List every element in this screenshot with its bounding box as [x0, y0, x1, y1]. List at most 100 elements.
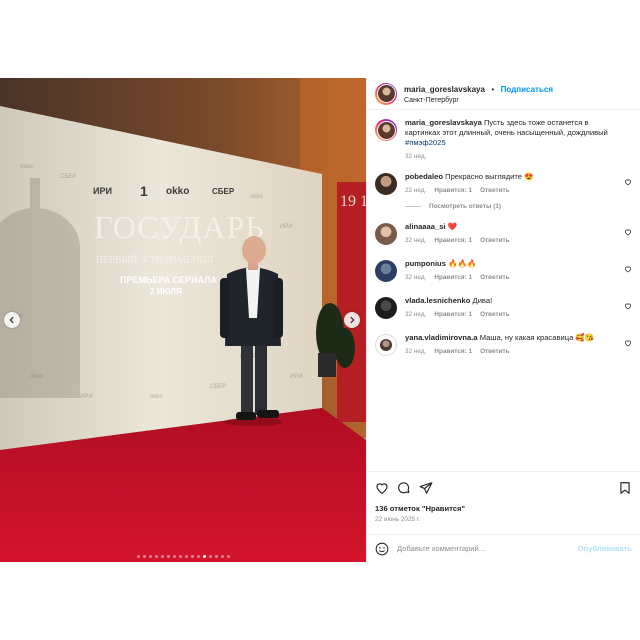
carousel-dot: [178, 555, 182, 558]
commenter-avatar[interactable]: [375, 260, 397, 282]
comment-text: Дива!: [472, 296, 493, 305]
premiere-label: ПРЕМЬЕРА СЕРИАЛА: [120, 275, 218, 285]
post-location[interactable]: Санкт-Петербург: [404, 95, 553, 106]
comment-time[interactable]: 32 нед.: [405, 348, 426, 355]
likes-count[interactable]: 136 отметок "Нравится": [375, 504, 632, 513]
carousel-dot: [154, 555, 158, 558]
comment-username[interactable]: vlada.lesnichenko: [405, 296, 470, 305]
comment-like-heart-icon[interactable]: [624, 339, 632, 347]
carousel-dot: [172, 555, 176, 558]
premiere-date: 2 ИЮЛЯ: [150, 287, 182, 296]
chevron-left-icon: [9, 316, 14, 324]
post-details-panel: maria_goreslavskaya • Подписаться Санкт-…: [366, 78, 640, 562]
comment-text: Маша, ну какая красавица 🥰😘: [479, 333, 595, 342]
commenter-avatar[interactable]: [375, 173, 397, 195]
view-replies-label: Посмотреть ответы (1): [429, 203, 502, 210]
comment-like-heart-icon[interactable]: [624, 178, 632, 186]
carousel-next-button[interactable]: [344, 312, 360, 328]
bookmark-icon[interactable]: [618, 481, 632, 495]
comment-row: pumponius 🔥🔥🔥 32 нед. Нравится: 1 Ответи…: [375, 259, 632, 282]
reply-button[interactable]: Ответить: [480, 311, 510, 318]
carousel-dot: [166, 555, 170, 558]
brand-first-channel: 1: [140, 183, 148, 199]
year-sign: 19 13: [340, 193, 366, 210]
comment-icon[interactable]: [397, 481, 411, 495]
carousel-dot: [142, 555, 146, 558]
author-username[interactable]: maria_goreslavskaya: [404, 85, 485, 94]
svg-text:okko: okko: [30, 374, 43, 380]
comment-text: Прекрасно выглядите 😍: [445, 172, 534, 181]
film-subtitle: ПЕРВЫЙ, КТО ИЗМЕНИЛ: [96, 254, 214, 266]
post-actions: 136 отметок "Нравится" 22 июнь 2025 г.: [367, 471, 640, 523]
caption-time[interactable]: 32 нед.: [405, 153, 426, 160]
comment-like-heart-icon[interactable]: [624, 302, 632, 310]
comment-input[interactable]: [397, 544, 578, 553]
carousel-dot: [202, 555, 206, 558]
carousel-dots: [0, 555, 366, 558]
comments-list[interactable]: maria_goreslavskaya Пусть здесь тоже ост…: [367, 110, 640, 471]
comment-like-heart-icon[interactable]: [624, 228, 632, 236]
commenter-avatar[interactable]: [375, 334, 397, 356]
carousel-dot: [208, 555, 212, 558]
comment-time[interactable]: 32 нед.: [405, 274, 426, 281]
chevron-right-icon: [350, 316, 355, 324]
comment-row: yana.vladimirovna.a Маша, ну какая краса…: [375, 333, 632, 356]
comment-username[interactable]: yana.vladimirovna.a: [405, 333, 478, 342]
film-title: ГОСУДАРЬ: [94, 209, 265, 245]
carousel-dot: [196, 555, 200, 558]
post-date[interactable]: 22 июнь 2025 г.: [375, 516, 632, 523]
carousel-dot: [220, 555, 224, 558]
comment-row: alinaaaa_si ❤️ 32 нед. Нравится: 1 Ответ…: [375, 222, 632, 245]
share-icon[interactable]: [419, 481, 433, 495]
post-photo[interactable]: okko СБЕР okko ИРИ ИРИ okko СБЕР okko ИРИ okko С…: [0, 78, 366, 562]
reply-button[interactable]: Ответить: [480, 237, 510, 244]
reply-button[interactable]: Ответить: [480, 348, 510, 355]
carousel-dot: [148, 555, 152, 558]
carousel-dot: [226, 555, 230, 558]
caption-avatar[interactable]: [375, 119, 397, 141]
brand-okko: okko: [166, 186, 189, 197]
comment-likes[interactable]: Нравится: 1: [434, 237, 472, 244]
separator-dot: •: [491, 84, 495, 94]
reply-button[interactable]: Ответить: [480, 274, 510, 281]
comment-likes[interactable]: Нравится: 1: [434, 274, 472, 281]
svg-text:СБЕР: СБЕР: [60, 174, 76, 180]
svg-text:okko: okko: [20, 164, 33, 170]
caption-username[interactable]: maria_goreslavskaya: [405, 118, 482, 127]
svg-text:ИРИ: ИРИ: [80, 394, 93, 400]
follow-button[interactable]: Подписаться: [501, 85, 553, 94]
comment-likes[interactable]: Нравится: 1: [434, 187, 472, 194]
comment-time[interactable]: 32 нед.: [405, 237, 426, 244]
comment-username[interactable]: pobedaleo: [405, 172, 443, 181]
comment-likes[interactable]: Нравится: 1: [434, 311, 472, 318]
view-replies-button[interactable]: Посмотреть ответы (1): [405, 203, 632, 210]
heart-icon[interactable]: [375, 481, 389, 495]
premiere-photo-scene: okko СБЕР okko ИРИ ИРИ okko СБЕР okko ИРИ okko С…: [0, 78, 366, 562]
comment-time[interactable]: 32 нед.: [405, 311, 426, 318]
commenter-avatar[interactable]: [375, 297, 397, 319]
carousel-dot: [214, 555, 218, 558]
comment-likes[interactable]: Нравится: 1: [434, 348, 472, 355]
brand-sber: СБЕР: [212, 187, 235, 196]
caption-hashtag[interactable]: #пмэф2025: [405, 138, 446, 147]
carousel-dot: [160, 555, 164, 558]
reply-button[interactable]: Ответить: [480, 187, 510, 194]
comment-text: 🔥🔥🔥: [448, 259, 477, 268]
comment-username[interactable]: pumponius: [405, 259, 446, 268]
svg-text:ИРИ: ИРИ: [290, 374, 303, 380]
svg-text:СБЕР: СБЕР: [210, 384, 226, 390]
author-avatar[interactable]: [375, 82, 397, 105]
comment-username[interactable]: alinaaaa_si: [405, 222, 446, 231]
add-comment-bar: Опубликовать: [367, 534, 640, 562]
caption: maria_goreslavskaya Пусть здесь тоже ост…: [375, 118, 632, 160]
carousel-dot: [136, 555, 140, 558]
commenter-avatar[interactable]: [375, 223, 397, 245]
comment-row: pobedaleo Прекрасно выглядите 😍 22 нед. …: [375, 172, 632, 195]
brand-iri: ИРИ: [93, 186, 112, 196]
svg-text:okko: okko: [250, 194, 263, 200]
publish-button[interactable]: Опубликовать: [578, 544, 632, 553]
comment-time[interactable]: 22 нед.: [405, 187, 426, 194]
carousel-prev-button[interactable]: [4, 312, 20, 328]
emoji-icon[interactable]: [375, 542, 389, 556]
comment-like-heart-icon[interactable]: [624, 265, 632, 273]
